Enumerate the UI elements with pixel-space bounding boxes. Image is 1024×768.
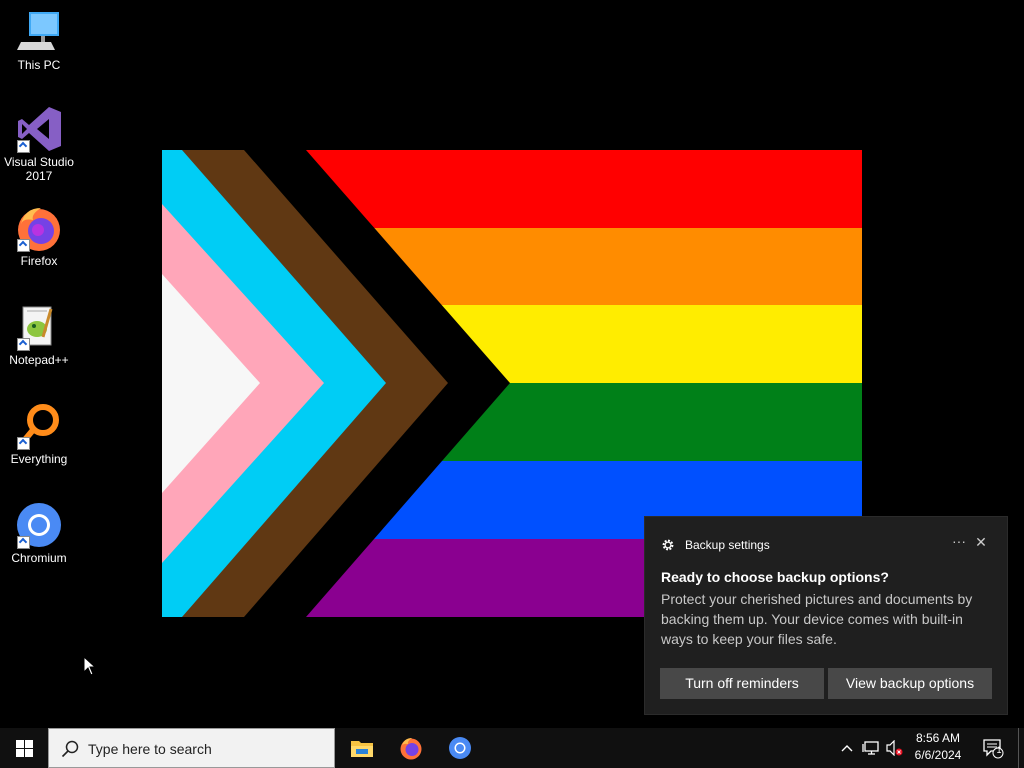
desktop-icon-firefox[interactable]: Firefox	[2, 204, 76, 268]
everything-icon	[15, 402, 63, 450]
toast-title: Ready to choose backup options?	[661, 569, 889, 585]
clock-date: 6/6/2024	[914, 748, 962, 762]
desktop-icon-label: Visual Studio 2017	[4, 155, 74, 183]
action-center-button[interactable]: 1	[978, 728, 1008, 768]
toast-header: Backup settings	[661, 537, 770, 553]
taskbar-firefox[interactable]	[387, 728, 435, 768]
start-button[interactable]	[0, 728, 48, 768]
mouse-cursor-icon	[83, 656, 97, 676]
visual-studio-icon	[15, 105, 63, 153]
close-button[interactable]: ✕	[973, 534, 989, 550]
toast-app-name: Backup settings	[685, 538, 770, 552]
toast-body: Protect your cherished pictures and docu…	[661, 591, 973, 647]
notification-count-badge: 1	[996, 745, 1002, 755]
chromium-icon	[15, 501, 63, 549]
show-desktop-button[interactable]	[1018, 728, 1024, 768]
network-tray-button[interactable]	[860, 728, 882, 768]
search-icon	[61, 740, 79, 758]
desktop-icon-label: Chromium	[11, 551, 67, 565]
taskbar-chromium[interactable]	[436, 728, 484, 768]
volume-muted-icon	[886, 740, 903, 756]
shortcut-arrow-icon	[17, 536, 30, 549]
more-options-button[interactable]: ···	[951, 534, 967, 550]
firefox-icon	[400, 738, 422, 760]
firefox-icon	[15, 204, 63, 252]
shortcut-arrow-icon	[17, 140, 30, 153]
taskbar: Type here to search 8:56 AM 6/6/2024 1	[0, 728, 1024, 768]
desktop-icon-visual-studio[interactable]: Visual Studio 2017	[2, 105, 76, 183]
shortcut-arrow-icon	[17, 437, 30, 450]
desktop-icon-notepadpp[interactable]: Notepad++	[2, 303, 76, 367]
search-placeholder: Type here to search	[88, 741, 212, 757]
volume-tray-button[interactable]	[884, 728, 906, 768]
desktop-icon-this-pc[interactable]: This PC	[2, 8, 76, 72]
notepadpp-icon	[15, 303, 63, 351]
search-box[interactable]: Type here to search	[48, 728, 335, 768]
desktop-icon-label: Notepad++	[9, 353, 69, 367]
this-pc-icon	[15, 8, 63, 56]
show-hidden-icons-button[interactable]	[838, 728, 856, 768]
desktop-icon-label: Everything	[10, 452, 68, 466]
shortcut-arrow-icon	[17, 239, 30, 252]
gear-icon	[662, 539, 674, 551]
desktop-icon-everything[interactable]: Everything	[2, 402, 76, 466]
clock-time: 8:56 AM	[915, 731, 961, 745]
desktop-icon-chromium[interactable]: Chromium	[2, 501, 76, 565]
chevron-up-icon	[841, 745, 853, 752]
taskbar-file-explorer[interactable]	[338, 728, 386, 768]
windows-logo-icon	[15, 739, 33, 757]
file-explorer-icon	[351, 741, 373, 757]
desktop-icon-label: This PC	[17, 58, 61, 72]
desktop-icon-label: Firefox	[20, 254, 58, 268]
chromium-icon	[449, 737, 471, 759]
backup-notification-toast[interactable]: Backup settings ··· ✕ Ready to choose ba…	[644, 516, 1008, 715]
shortcut-arrow-icon	[17, 338, 30, 351]
turn-off-reminders-button[interactable]: Turn off reminders	[660, 668, 824, 699]
taskbar-clock[interactable]: 8:56 AM 6/6/2024	[906, 730, 970, 764]
network-icon	[862, 741, 879, 755]
view-backup-options-button[interactable]: View backup options	[828, 668, 992, 699]
